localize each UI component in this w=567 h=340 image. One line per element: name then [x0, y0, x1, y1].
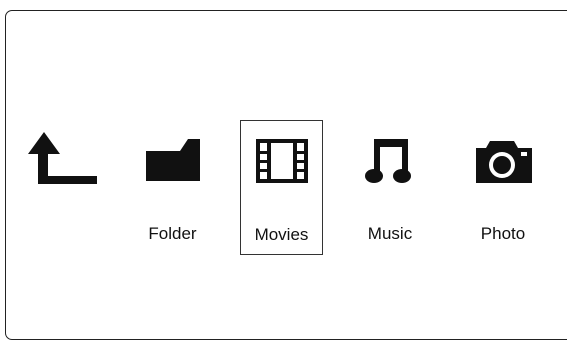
back-button[interactable] — [20, 120, 105, 255]
return-arrow-icon — [20, 130, 105, 190]
menu-item-folder[interactable]: Folder — [125, 120, 220, 255]
film-icon — [241, 131, 322, 191]
menu-item-label-photo: Photo — [480, 224, 526, 243]
music-note-icon — [345, 130, 435, 190]
menu-item-music[interactable]: Music — [345, 120, 435, 255]
folder-icon — [125, 130, 220, 190]
menu-item-label-movies: Movies — [254, 225, 309, 244]
menu-item-movies[interactable]: Movies — [240, 120, 323, 255]
menu-item-label-folder: Folder — [148, 224, 197, 243]
menu-item-photo[interactable]: Photo — [458, 120, 548, 255]
menu-item-label-music: Music — [367, 224, 413, 243]
camera-icon — [458, 130, 548, 190]
